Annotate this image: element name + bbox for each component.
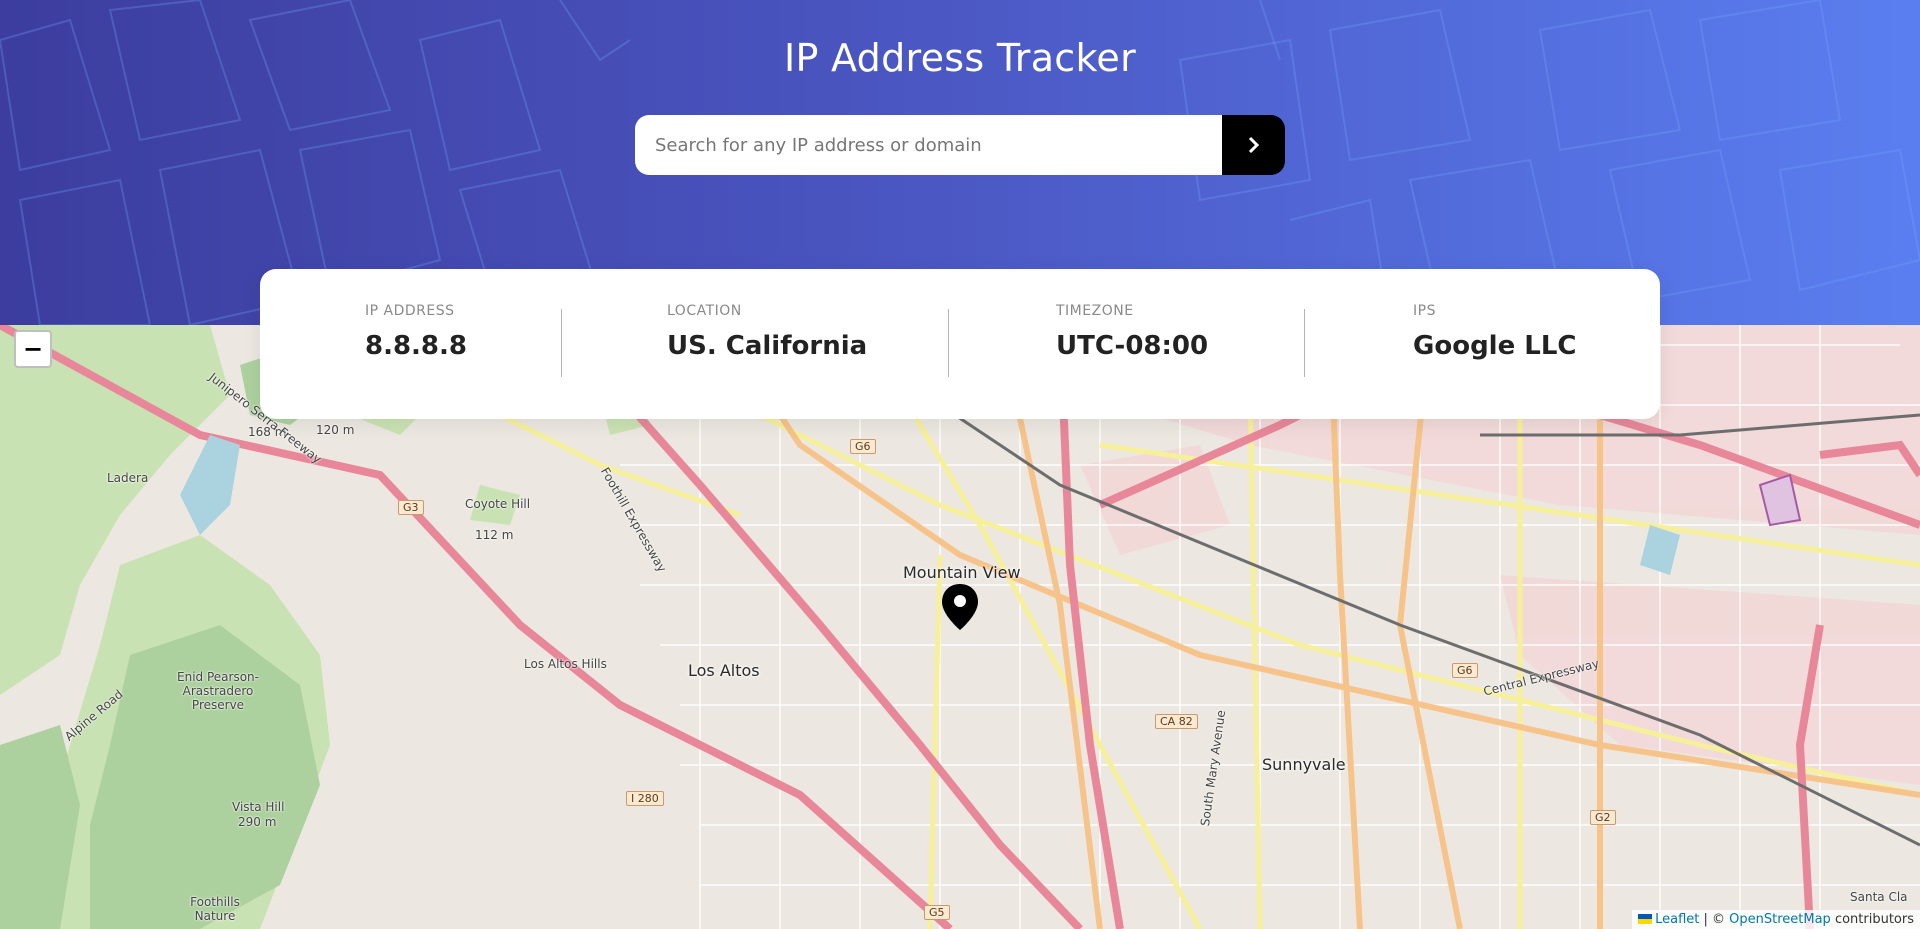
map-label-santa-clara: Santa Cla: [1850, 890, 1908, 904]
map-label-vista-hill-elev: 290 m: [238, 815, 277, 829]
page-title: IP Address Tracker: [783, 36, 1137, 80]
road-shield-g3: G3: [398, 500, 424, 515]
ukraine-flag-icon: [1638, 914, 1653, 924]
leaflet-link[interactable]: Leaflet: [1655, 912, 1699, 927]
isp-label: IPS: [1413, 303, 1436, 319]
map-label-los-altos-hills: Los Altos Hills: [524, 657, 607, 671]
divider: [948, 309, 949, 377]
location-pin-icon[interactable]: [940, 582, 980, 632]
isp-value: Google LLC: [1413, 331, 1577, 361]
road-shield-g5: G5: [924, 905, 950, 920]
timezone-value: UTC-08:00: [1056, 331, 1209, 361]
ip-address-label: IP ADDRESS: [365, 303, 455, 319]
search-form: [635, 115, 1285, 175]
map-label-coyote-hill-elev: 112 m: [475, 528, 514, 542]
map-attribution: Leaflet | © OpenStreetMap contributors: [1632, 910, 1920, 929]
search-input[interactable]: [635, 115, 1222, 175]
map-label-foothills-nature: Foothills Nature: [190, 895, 240, 923]
isp-section: IPS Google LLC: [1307, 269, 1660, 419]
map-label-vista-hill: Vista Hill: [232, 800, 285, 814]
zoom-out-button[interactable]: −: [14, 330, 52, 368]
divider: [1304, 309, 1305, 377]
map-label-ladera: Ladera: [107, 471, 149, 485]
ip-info-panel: IP ADDRESS 8.8.8.8 LOCATION US. Californ…: [260, 269, 1660, 419]
timezone-section: TIMEZONE UTC-08:00: [950, 269, 1307, 419]
map-label-coyote-hill: Coyote Hill: [465, 497, 531, 511]
road-shield-g6-east: G6: [1452, 663, 1478, 678]
openstreetmap-link[interactable]: OpenStreetMap: [1729, 912, 1831, 927]
location-section: LOCATION US. California: [562, 269, 950, 419]
timezone-label: TIMEZONE: [1056, 303, 1134, 319]
ip-address-value: 8.8.8.8: [365, 331, 467, 361]
road-shield-ca82: CA 82: [1155, 714, 1198, 729]
road-shield-g2: G2: [1590, 810, 1616, 825]
location-label: LOCATION: [667, 303, 742, 319]
search-button[interactable]: [1222, 115, 1285, 175]
attribution-contributors: contributors: [1830, 912, 1914, 927]
chevron-right-icon: [1248, 136, 1259, 154]
attribution-separator: | ©: [1699, 912, 1730, 927]
map-label-enid-pearson: Enid Pearson-Arastradero Preserve: [177, 670, 259, 712]
ip-address-section: IP ADDRESS 8.8.8.8: [260, 269, 562, 419]
road-shield-g6: G6: [850, 439, 876, 454]
location-value: US. California: [667, 331, 868, 361]
map-label-elev-120: 120 m: [316, 423, 355, 437]
map-label-sunnyvale: Sunnyvale: [1262, 755, 1346, 774]
road-shield-i280: I 280: [626, 791, 664, 806]
map-label-los-altos: Los Altos: [688, 661, 760, 680]
map-label-mountain-view: Mountain View: [903, 563, 1021, 582]
